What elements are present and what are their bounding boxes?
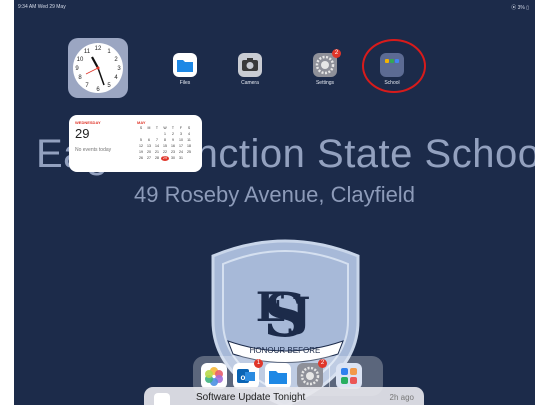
notification-badge: 2 [318,359,327,368]
svg-text:10: 10 [77,57,84,63]
calendar-date[interactable]: 20 [145,150,153,155]
clock-widget[interactable]: 12 1 2 345 678 9 10 11 [68,38,128,98]
app-label: Settings [315,80,335,86]
calendar-date [137,132,145,137]
calendar-date[interactable]: 7 [153,138,161,143]
calendar-date[interactable]: 3 [177,132,185,137]
app-camera[interactable]: Camera [230,53,270,86]
calendar-date[interactable]: 30 [169,156,177,161]
calendar-date[interactable]: 27 [145,156,153,161]
calendar-date[interactable]: 15 [161,144,169,149]
notification-app-icon [154,393,170,405]
svg-text:11: 11 [84,49,91,55]
calendar-date[interactable]: 14 [153,144,161,149]
calendar-date[interactable]: 16 [169,144,177,149]
calendar-date[interactable]: 9 [169,138,177,143]
calendar-date [145,132,153,137]
wallpaper-address: 49 Roseby Avenue, Clayfield [134,182,415,207]
calendar-date[interactable]: 22 [161,150,169,155]
gear-icon: 2 [313,49,341,77]
calendar-weekday-header: T [171,126,175,130]
calendar-date[interactable]: 25 [185,150,193,155]
calendar-weekday-header: T [155,126,159,130]
calendar-date[interactable]: 26 [137,156,145,161]
calendar-weekday-header: S [139,126,143,130]
status-bar: 9:34 AM Wed 29 May ⦿ 3% ▯ [14,0,535,14]
svg-text:J: J [289,289,311,336]
calendar-date[interactable]: 24 [177,150,185,155]
calendar-date[interactable]: 12 [137,144,145,149]
calendar-weekday-header: F [179,126,183,130]
calendar-date[interactable]: 31 [177,156,185,161]
calendar-date[interactable]: 10 [177,138,185,143]
calendar-date[interactable]: 28 [153,156,161,161]
calendar-date [185,156,193,161]
calendar-date[interactable]: 17 [177,144,185,149]
photos-icon[interactable] [201,363,227,389]
calendar-date [153,132,161,137]
calendar-date[interactable]: 5 [137,138,145,143]
calendar-date[interactable]: 4 [185,132,193,137]
calendar-date[interactable]: 11 [185,138,193,143]
app-label: Camera [241,80,259,86]
calendar-weekday-header: S [187,126,191,130]
notification-banner[interactable]: Software Update Tonight 2h ago [144,387,424,405]
dock-divider [329,365,330,387]
camera-icon [238,53,262,77]
svg-text:o: o [241,373,246,382]
outlook-icon[interactable]: o 1 [233,359,263,389]
calendar-date[interactable]: 29 [161,156,169,161]
calendar-no-events: No events today [75,147,112,153]
calendar-date[interactable]: 8 [161,138,169,143]
svg-text:E: E [256,284,287,331]
analog-clock-icon: 12 12 345 678 91011 [73,43,123,93]
ipad-screen: 9:34 AM Wed 29 May ⦿ 3% ▯ Eagle Junction… [14,0,535,405]
calendar-date[interactable]: 23 [169,150,177,155]
calendar-weekday-header: M [147,126,151,130]
gear-icon[interactable]: 2 [297,359,327,389]
calendar-date[interactable]: 19 [137,150,145,155]
app-settings[interactable]: 2 Settings [305,49,345,86]
calendar-date[interactable]: 1 [161,132,169,137]
calendar-weekday-header: W [163,126,167,130]
calendar-grid: S M T W T F S 1 2 3 4 5 6 7 8 9 10 11 12 13 14 15 16 17 18 19 20 21… [137,126,197,161]
calendar-date[interactable]: 6 [145,138,153,143]
notification-title: Software Update Tonight [196,392,306,403]
app-library-icon[interactable] [336,363,362,389]
calendar-day: 29 [75,126,90,141]
folder-icon [173,53,197,77]
calendar-date[interactable]: 21 [153,150,161,155]
highlight-circle [362,39,426,93]
calendar-month: MAY [137,120,146,125]
app-files[interactable]: Files [165,53,205,86]
calendar-date[interactable]: 13 [145,144,153,149]
app-label: Files [179,80,191,86]
notification-badge: 2 [332,49,341,58]
notification-badge: 1 [254,359,263,368]
calendar-date[interactable]: 2 [169,132,177,137]
calendar-weekday: WEDNESDAY [75,120,101,125]
calendar-date[interactable]: 18 [185,144,193,149]
status-time-date: 9:34 AM Wed 29 May [18,4,66,10]
calendar-widget[interactable]: WEDNESDAY 29 No events today MAY SMTWTFS… [69,115,202,172]
svg-text:12: 12 [95,46,102,52]
status-battery: ⦿ 3% ▯ [511,5,529,11]
notification-time: 2h ago [389,393,414,402]
folder-icon[interactable] [265,363,291,389]
crest-motto: HONOUR BEFORE [250,346,321,355]
